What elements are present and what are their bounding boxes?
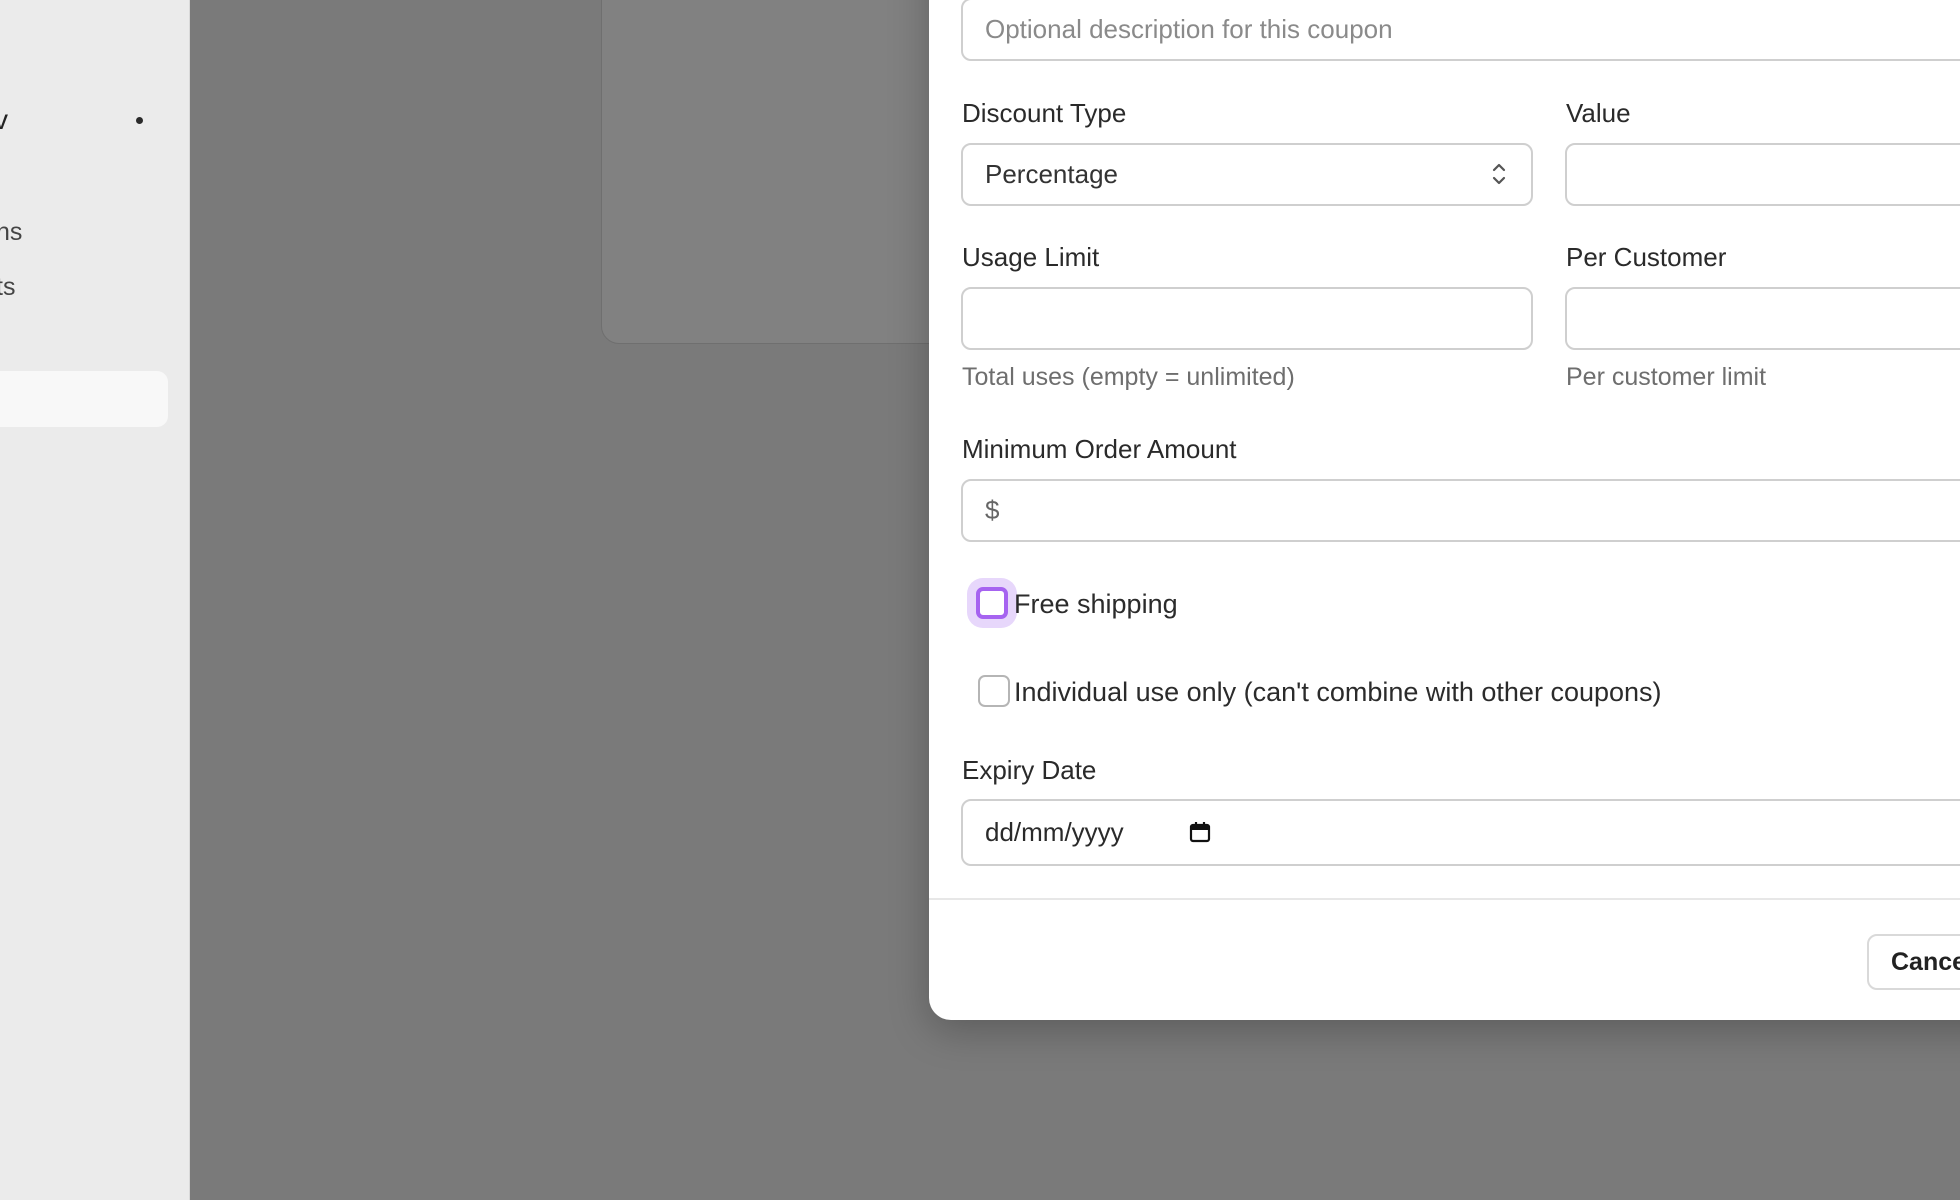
min-order-label: Minimum Order Amount bbox=[962, 434, 1237, 464]
per-customer-hint: Per customer limit bbox=[1566, 363, 1767, 391]
free-shipping-checkbox[interactable] bbox=[976, 587, 1008, 619]
unsaved-dot-indicator bbox=[136, 117, 143, 124]
discount-type-select[interactable]: Percentage bbox=[961, 143, 1533, 206]
cancel-button-label: Cance bbox=[1891, 947, 1960, 976]
per-customer-input[interactable] bbox=[1565, 287, 1960, 350]
sidebar-title: v bbox=[0, 104, 8, 135]
value-input[interactable] bbox=[1565, 143, 1960, 206]
expiry-date-input[interactable]: dd/mm/yyyy bbox=[961, 799, 1960, 866]
expiry-date-label: Expiry Date bbox=[962, 755, 1097, 785]
sidebar-item-active[interactable] bbox=[0, 371, 168, 427]
cancel-button[interactable]: Cance bbox=[1867, 934, 1960, 990]
expiry-date-placeholder: dd/mm/yyyy bbox=[985, 817, 1124, 847]
min-order-input[interactable]: $ bbox=[961, 479, 1960, 542]
app-screen: v ns ts Optional description for this co… bbox=[0, 0, 1960, 1200]
value-label: Value bbox=[1566, 98, 1631, 128]
description-input[interactable]: Optional description for this coupon bbox=[961, 0, 1960, 61]
usage-limit-label: Usage Limit bbox=[962, 242, 1100, 272]
footer-divider bbox=[929, 898, 1960, 900]
usage-limit-hint: Total uses (empty = unlimited) bbox=[962, 363, 1295, 391]
discount-type-value: Percentage bbox=[985, 159, 1118, 189]
select-chevrons-icon bbox=[1492, 163, 1506, 185]
per-customer-label: Per Customer bbox=[1566, 242, 1727, 272]
currency-prefix: $ bbox=[985, 495, 1000, 525]
create-coupon-modal: Optional description for this coupon Dis… bbox=[929, 0, 1960, 1020]
description-placeholder: Optional description for this coupon bbox=[985, 14, 1393, 44]
sidebar-item-1[interactable]: ns bbox=[0, 218, 22, 247]
sidebar: v ns ts bbox=[0, 0, 190, 1200]
usage-limit-input[interactable] bbox=[961, 287, 1533, 350]
individual-use-label[interactable]: Individual use only (can't combine with … bbox=[1014, 677, 1662, 708]
calendar-icon[interactable] bbox=[1188, 820, 1212, 844]
free-shipping-label[interactable]: Free shipping bbox=[1014, 589, 1178, 620]
individual-use-checkbox[interactable] bbox=[978, 675, 1010, 707]
discount-type-label: Discount Type bbox=[962, 98, 1127, 128]
sidebar-item-2[interactable]: ts bbox=[0, 273, 15, 302]
